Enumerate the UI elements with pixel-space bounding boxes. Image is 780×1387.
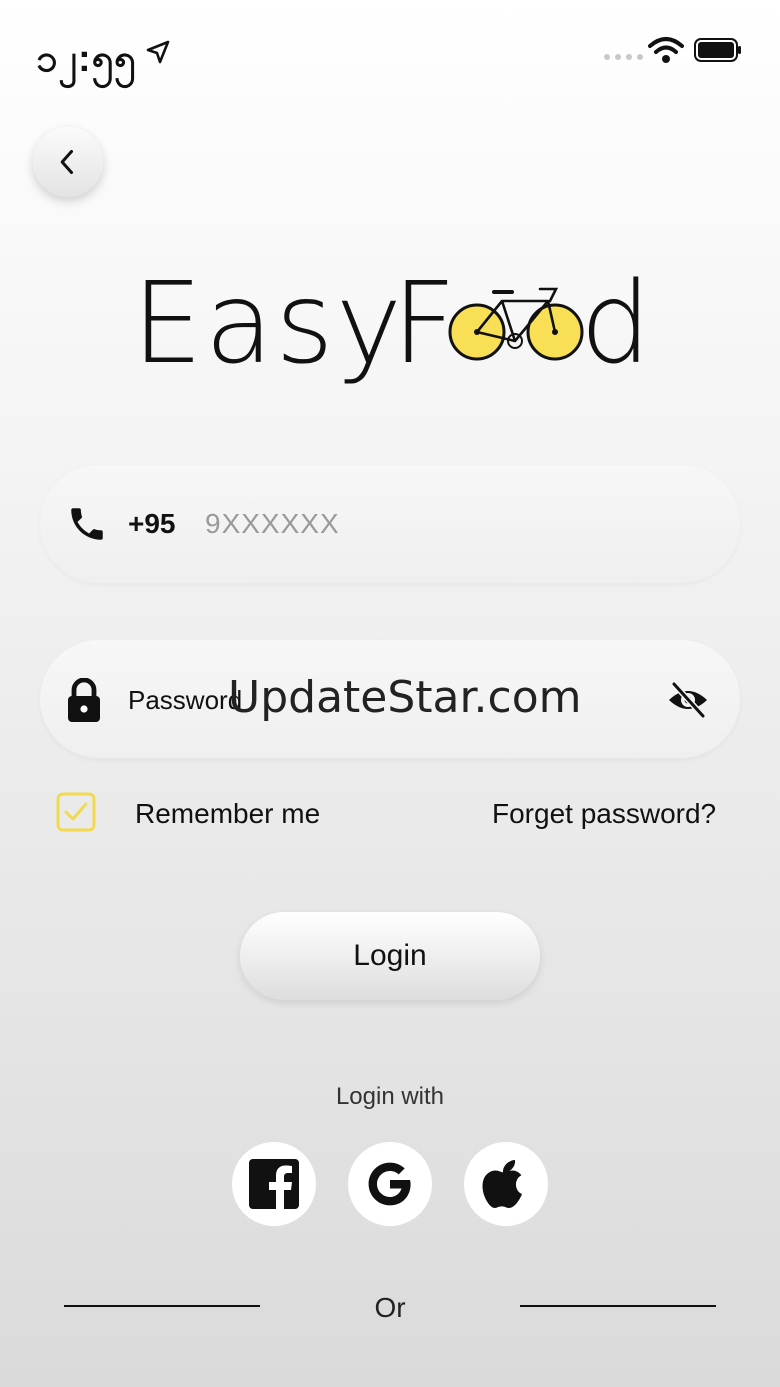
country-code[interactable]: +95 bbox=[128, 508, 176, 540]
logo-text-easy: Easy bbox=[132, 265, 404, 389]
login-button[interactable]: Login bbox=[240, 912, 540, 1000]
lock-icon bbox=[68, 678, 100, 722]
divider-line-right bbox=[520, 1305, 716, 1307]
status-time: ၁၂:၅၅ bbox=[36, 38, 137, 80]
facebook-icon bbox=[249, 1159, 299, 1210]
logo-text-d: d bbox=[580, 265, 650, 389]
or-label: Or bbox=[374, 1292, 406, 1323]
remember-checkbox[interactable] bbox=[56, 792, 96, 832]
eye-off-icon[interactable] bbox=[666, 680, 710, 720]
app-logo: Easy F d bbox=[132, 265, 650, 389]
phone-icon bbox=[71, 508, 103, 540]
remember-label[interactable]: Remember me bbox=[135, 798, 320, 830]
chevron-left-icon bbox=[60, 149, 74, 175]
phone-input[interactable] bbox=[205, 500, 685, 548]
facebook-login-button[interactable] bbox=[232, 1142, 316, 1226]
back-button[interactable] bbox=[33, 127, 103, 197]
watermark-text: UpdateStar.com bbox=[228, 672, 582, 723]
location-arrow-icon bbox=[146, 40, 170, 64]
signal-icon bbox=[604, 54, 643, 60]
apple-icon bbox=[482, 1160, 522, 1208]
apple-login-button[interactable] bbox=[464, 1142, 548, 1226]
google-login-button[interactable] bbox=[348, 1142, 432, 1226]
google-icon bbox=[368, 1162, 411, 1206]
wifi-icon bbox=[648, 37, 684, 63]
bicycle-icon bbox=[448, 287, 584, 361]
login-with-label: Login with bbox=[335, 1083, 445, 1110]
forget-password-link[interactable]: Forget password? bbox=[492, 798, 716, 830]
battery-icon bbox=[694, 38, 741, 62]
logo-text-f: F bbox=[392, 265, 458, 389]
